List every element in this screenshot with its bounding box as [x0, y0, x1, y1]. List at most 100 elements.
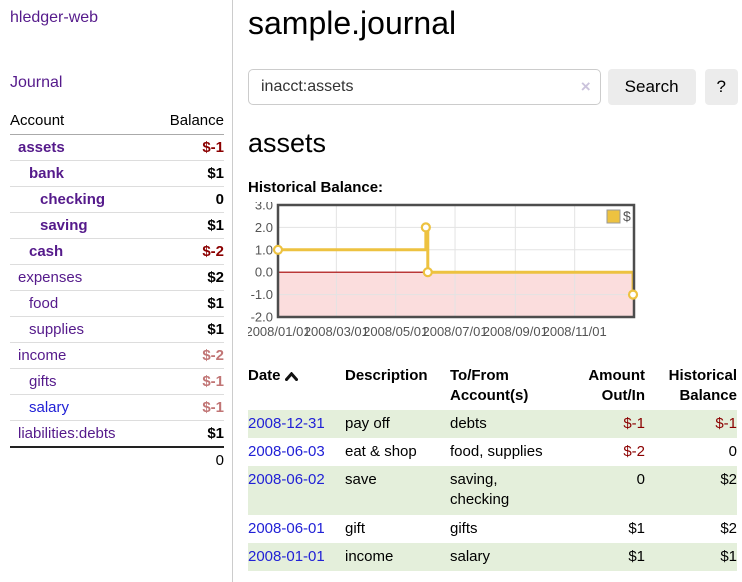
- accounts-body: assets $-1 bank $1 checking 0 saving $1 …: [10, 135, 224, 474]
- transaction-accounts: saving, checking: [450, 466, 573, 515]
- page-title: sample.journal: [248, 5, 738, 42]
- account-row: saving $1: [10, 213, 224, 239]
- transaction-description: eat & shop: [345, 438, 450, 466]
- accounts-header-account: Account: [10, 108, 151, 135]
- svg-text:2008/11/01: 2008/11/01: [543, 324, 607, 339]
- transaction-description: pay off: [345, 410, 450, 438]
- account-link[interactable]: liabilities:debts: [18, 425, 116, 442]
- transaction-balance: $-1: [645, 410, 737, 438]
- transaction-amount: $-1: [573, 410, 645, 438]
- account-heading: assets: [248, 128, 738, 159]
- svg-text:2008/09/01: 2008/09/01: [483, 324, 548, 339]
- account-balance: $2: [151, 265, 224, 291]
- account-balance: $-1: [151, 135, 224, 161]
- transaction-amount: 0: [573, 466, 645, 515]
- account-link[interactable]: income: [18, 347, 66, 364]
- svg-text:2008/01/01: 2008/01/01: [248, 324, 311, 339]
- clear-search-icon[interactable]: ×: [581, 77, 591, 97]
- account-link[interactable]: salary: [29, 399, 69, 416]
- accounts-total-row: 0: [10, 447, 224, 473]
- column-header-date[interactable]: Date: [248, 363, 345, 410]
- transaction-accounts: food, supplies: [450, 438, 573, 466]
- column-header-amount[interactable]: Amount Out/In: [573, 363, 645, 410]
- account-link[interactable]: checking: [40, 191, 105, 208]
- svg-text:0.0: 0.0: [255, 265, 273, 280]
- account-balance: $1: [151, 317, 224, 343]
- balance-chart: $3.0 2.0 1.0 0.0 -1.0 -2.02008/01/012008/03/0…: [248, 202, 640, 350]
- transactions-table: Date Description To/From Account(s) Amou…: [248, 363, 737, 571]
- nav-journal-link[interactable]: Journal: [10, 74, 62, 92]
- transaction-date-link[interactable]: 2008-06-01: [248, 520, 325, 537]
- svg-text:2008/05/01: 2008/05/01: [363, 324, 428, 339]
- account-balance: $-2: [151, 239, 224, 265]
- account-link[interactable]: expenses: [18, 269, 82, 286]
- balance-chart-container: $3.0 2.0 1.0 0.0 -1.0 -2.02008/01/012008/03/0…: [248, 202, 640, 350]
- account-link[interactable]: supplies: [29, 321, 84, 338]
- svg-text:$: $: [623, 208, 631, 224]
- transactions-header-row: Date Description To/From Account(s) Amou…: [248, 363, 737, 410]
- account-balance: 0: [151, 187, 224, 213]
- transaction-accounts: gifts: [450, 515, 573, 543]
- accounts-total: 0: [151, 447, 224, 473]
- account-balance: $-1: [151, 395, 224, 421]
- transaction-date-link[interactable]: 2008-01-01: [248, 548, 325, 565]
- column-header-description[interactable]: Description: [345, 363, 450, 410]
- transaction-description: save: [345, 466, 450, 515]
- search-form: × Search ?: [248, 69, 738, 105]
- transaction-date-link[interactable]: 2008-06-02: [248, 471, 325, 488]
- account-link[interactable]: gifts: [29, 373, 57, 390]
- transactions-body: 2008-12-31 pay off debts $-1 $-1 2008-06…: [248, 410, 737, 572]
- account-row: checking 0: [10, 187, 224, 213]
- transaction-row: 2008-06-02 save saving, checking 0 $2: [248, 466, 737, 515]
- transaction-description: income: [345, 543, 450, 571]
- transaction-balance: 0: [645, 438, 737, 466]
- account-balance: $-1: [151, 369, 224, 395]
- account-row: supplies $1: [10, 317, 224, 343]
- account-link[interactable]: food: [29, 295, 58, 312]
- transaction-date-link[interactable]: 2008-12-31: [248, 415, 325, 432]
- account-link[interactable]: assets: [18, 139, 65, 156]
- account-balance: $-2: [151, 343, 224, 369]
- accounts-header-balance: Balance: [151, 108, 224, 135]
- transaction-balance: $2: [645, 515, 737, 543]
- account-row: liabilities:debts $1: [10, 421, 224, 448]
- column-header-balance[interactable]: Historical Balance: [645, 363, 737, 410]
- historical-balance-label: Historical Balance:: [248, 179, 738, 196]
- sort-ascending-icon: [285, 367, 298, 387]
- account-row: gifts $-1: [10, 369, 224, 395]
- account-balance: $1: [151, 161, 224, 187]
- transaction-row: 2008-06-03 eat & shop food, supplies $-2…: [248, 438, 737, 466]
- svg-text:2.0: 2.0: [255, 220, 273, 235]
- transaction-description: gift: [345, 515, 450, 543]
- column-header-accounts[interactable]: To/From Account(s): [450, 363, 573, 410]
- svg-text:1.0: 1.0: [255, 242, 273, 257]
- main-content: sample.journal × Search ? assets Histori…: [234, 0, 742, 571]
- transaction-date-link[interactable]: 2008-06-03: [248, 443, 325, 460]
- svg-text:-2.0: -2.0: [251, 310, 273, 325]
- help-button[interactable]: ?: [705, 69, 738, 105]
- account-row: food $1: [10, 291, 224, 317]
- transaction-balance: $2: [645, 466, 737, 515]
- account-row: expenses $2: [10, 265, 224, 291]
- account-row: salary $-1: [10, 395, 224, 421]
- svg-text:3.0: 3.0: [255, 202, 273, 213]
- account-row: cash $-2: [10, 239, 224, 265]
- sidebar: hledger-web Journal Account Balance asse…: [0, 0, 233, 582]
- account-balance: $1: [151, 213, 224, 239]
- transaction-amount: $1: [573, 515, 645, 543]
- brand-link[interactable]: hledger-web: [10, 9, 98, 27]
- account-link[interactable]: bank: [29, 165, 64, 182]
- search-input[interactable]: [248, 69, 601, 105]
- svg-text:-1.0: -1.0: [251, 287, 273, 302]
- account-row: assets $-1: [10, 135, 224, 161]
- transaction-accounts: debts: [450, 410, 573, 438]
- account-balance: $1: [151, 291, 224, 317]
- account-link[interactable]: saving: [40, 217, 88, 234]
- accounts-table: Account Balance assets $-1 bank $1 check…: [10, 108, 224, 473]
- account-balance: $1: [151, 421, 224, 448]
- transaction-row: 2008-06-01 gift gifts $1 $2: [248, 515, 737, 543]
- search-button[interactable]: Search: [608, 69, 696, 105]
- account-row: income $-2: [10, 343, 224, 369]
- svg-text:2008/03/01: 2008/03/01: [304, 324, 369, 339]
- account-link[interactable]: cash: [29, 243, 63, 260]
